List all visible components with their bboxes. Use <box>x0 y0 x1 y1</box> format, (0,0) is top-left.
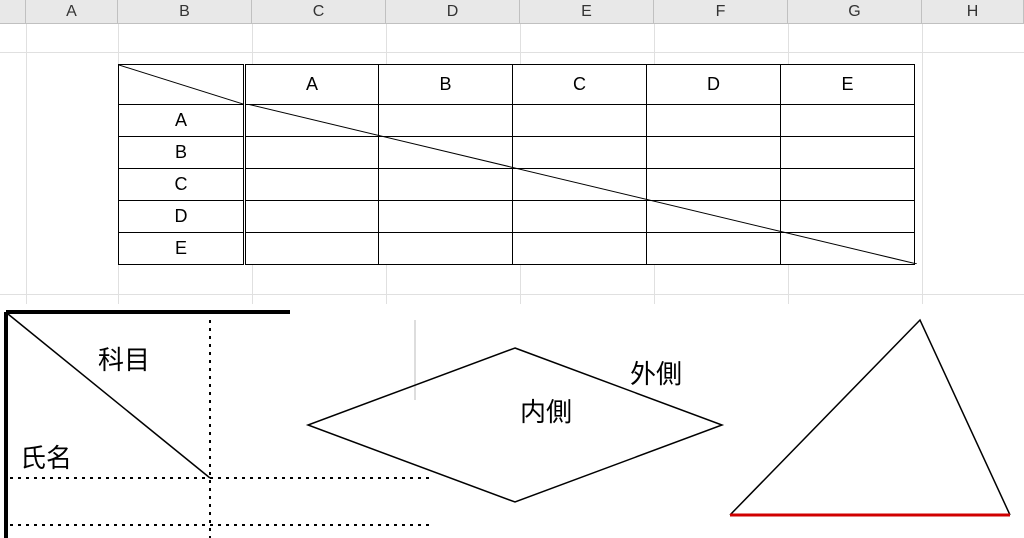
table-col-header[interactable]: C <box>513 65 647 105</box>
table-row: A <box>119 105 915 137</box>
label-inside: 内側 <box>520 392 572 429</box>
shapes-area: 科目 氏名 内側 外側 <box>0 300 1024 538</box>
table-cell[interactable] <box>245 233 379 265</box>
col-header-g[interactable]: G <box>788 0 922 23</box>
table-cell[interactable] <box>781 169 915 201</box>
table-cell[interactable] <box>781 201 915 233</box>
table-header-row: A B C D E <box>119 65 915 105</box>
table-row-header[interactable]: E <box>119 233 245 265</box>
table-cell[interactable] <box>781 137 915 169</box>
table-cell[interactable] <box>379 201 513 233</box>
table-cell[interactable] <box>245 169 379 201</box>
table-cell[interactable] <box>379 137 513 169</box>
triangle-shape[interactable] <box>720 310 1020 520</box>
table-row: C <box>119 169 915 201</box>
label-name: 氏名 <box>20 438 72 475</box>
table-col-header[interactable]: A <box>245 65 379 105</box>
spreadsheet: A B C D E F G H A B C D E <box>0 0 1024 538</box>
table-row-header[interactable]: C <box>119 169 245 201</box>
table-cell[interactable] <box>379 169 513 201</box>
table-cell[interactable] <box>513 137 647 169</box>
col-header-c[interactable]: C <box>252 0 386 23</box>
table-cell[interactable] <box>513 233 647 265</box>
table-cell[interactable] <box>647 233 781 265</box>
col-header-e[interactable]: E <box>520 0 654 23</box>
table-corner-cell[interactable] <box>119 65 245 105</box>
table-cell[interactable] <box>379 233 513 265</box>
column-headers-row: A B C D E F G H <box>0 0 1024 24</box>
table-col-header[interactable]: B <box>379 65 513 105</box>
data-table[interactable]: A B C D E A B C D E <box>118 64 915 265</box>
table-cell[interactable] <box>647 201 781 233</box>
table-row: E <box>119 233 915 265</box>
table-row: B <box>119 137 915 169</box>
col-header-b[interactable]: B <box>118 0 252 23</box>
table-cell[interactable] <box>513 169 647 201</box>
col-header-h[interactable]: H <box>922 0 1024 23</box>
row-header-corner[interactable] <box>0 0 26 23</box>
col-header-a[interactable]: A <box>26 0 118 23</box>
table-cell[interactable] <box>513 201 647 233</box>
label-subject: 科目 <box>98 340 150 377</box>
table-row-header[interactable]: B <box>119 137 245 169</box>
table-cell[interactable] <box>647 137 781 169</box>
table-cell[interactable] <box>647 105 781 137</box>
table-col-header[interactable]: D <box>647 65 781 105</box>
table-cell[interactable] <box>245 137 379 169</box>
table-cell[interactable] <box>245 201 379 233</box>
table-cell[interactable] <box>379 105 513 137</box>
table-col-header[interactable]: E <box>781 65 915 105</box>
table-row: D <box>119 201 915 233</box>
table-row-header[interactable]: D <box>119 201 245 233</box>
table-row-header[interactable]: A <box>119 105 245 137</box>
col-header-f[interactable]: F <box>654 0 788 23</box>
table-cell[interactable] <box>781 105 915 137</box>
table-cell[interactable] <box>245 105 379 137</box>
label-outside: 外側 <box>630 354 682 391</box>
table-cell[interactable] <box>647 169 781 201</box>
col-header-d[interactable]: D <box>386 0 520 23</box>
table-cell[interactable] <box>513 105 647 137</box>
table-cell[interactable] <box>781 233 915 265</box>
